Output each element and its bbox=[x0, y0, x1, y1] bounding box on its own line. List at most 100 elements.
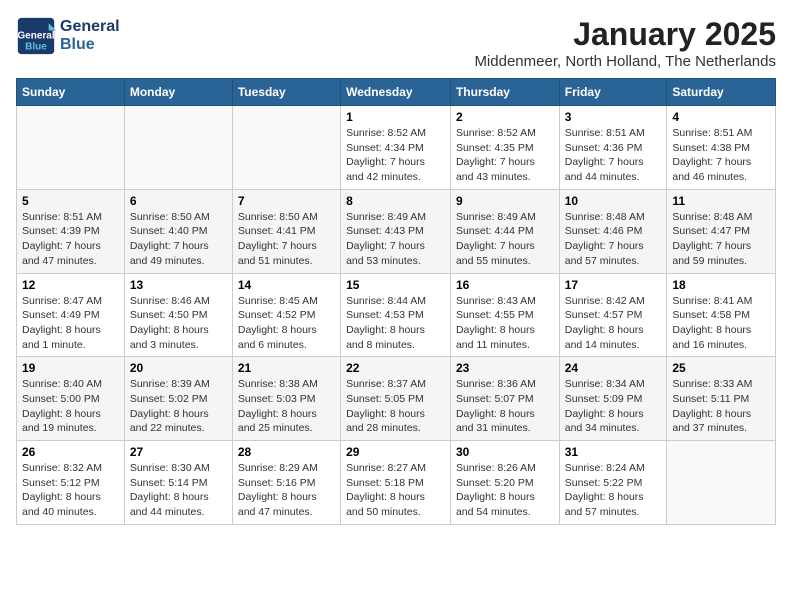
weekday-header-wednesday: Wednesday bbox=[341, 79, 451, 106]
day-number: 9 bbox=[456, 194, 554, 208]
day-number: 21 bbox=[238, 361, 335, 375]
calendar-week-4: 19Sunrise: 8:40 AM Sunset: 5:00 PM Dayli… bbox=[17, 357, 776, 441]
day-number: 27 bbox=[130, 445, 227, 459]
day-number: 12 bbox=[22, 278, 119, 292]
day-info: Sunrise: 8:39 AM Sunset: 5:02 PM Dayligh… bbox=[130, 377, 227, 436]
day-info: Sunrise: 8:47 AM Sunset: 4:49 PM Dayligh… bbox=[22, 294, 119, 353]
calendar-cell: 30 Sunrise: 8:26 AM Sunset: 5:20 PM Dayli… bbox=[450, 441, 559, 525]
calendar-cell: 12 Sunrise: 8:47 AM Sunset: 4:49 PM Dayli… bbox=[17, 273, 125, 357]
day-info: Sunrise: 8:26 AM Sunset: 5:20 PM Dayligh… bbox=[456, 461, 554, 520]
calendar-cell bbox=[17, 106, 125, 190]
day-number: 2 bbox=[456, 110, 554, 124]
day-number: 14 bbox=[238, 278, 335, 292]
calendar-cell: 11Sunrise: 8:48 AM Sunset: 4:47 PM Dayli… bbox=[667, 189, 776, 273]
day-number: 16 bbox=[456, 278, 554, 292]
calendar-cell: 10 Sunrise: 8:48 AM Sunset: 4:46 PM Dayli… bbox=[559, 189, 667, 273]
day-number: 22 bbox=[346, 361, 445, 375]
day-info: Sunrise: 8:43 AM Sunset: 4:55 PM Dayligh… bbox=[456, 294, 554, 353]
day-number: 24 bbox=[565, 361, 662, 375]
calendar-cell: 15 Sunrise: 8:44 AM Sunset: 4:53 PM Dayli… bbox=[341, 273, 451, 357]
day-info: Sunrise: 8:30 AM Sunset: 5:14 PM Dayligh… bbox=[130, 461, 227, 520]
day-info: Sunrise: 8:41 AM Sunset: 4:58 PM Dayligh… bbox=[672, 294, 770, 353]
calendar-cell: 24 Sunrise: 8:34 AM Sunset: 5:09 PM Dayli… bbox=[559, 357, 667, 441]
page-header: General Blue General Blue January 2025 M… bbox=[16, 16, 776, 70]
calendar-week-5: 26Sunrise: 8:32 AM Sunset: 5:12 PM Dayli… bbox=[17, 441, 776, 525]
calendar-cell: 2 Sunrise: 8:52 AM Sunset: 4:35 PM Daylig… bbox=[450, 106, 559, 190]
weekday-header-tuesday: Tuesday bbox=[232, 79, 340, 106]
day-number: 3 bbox=[565, 110, 662, 124]
calendar-cell: 22Sunrise: 8:37 AM Sunset: 5:05 PM Dayli… bbox=[341, 357, 451, 441]
calendar-cell: 9 Sunrise: 8:49 AM Sunset: 4:44 PM Daylig… bbox=[450, 189, 559, 273]
day-info: Sunrise: 8:49 AM Sunset: 4:44 PM Dayligh… bbox=[456, 210, 554, 269]
weekday-header-row: SundayMondayTuesdayWednesdayThursdayFrid… bbox=[17, 79, 776, 106]
day-info: Sunrise: 8:45 AM Sunset: 4:52 PM Dayligh… bbox=[238, 294, 335, 353]
day-info: Sunrise: 8:52 AM Sunset: 4:34 PM Dayligh… bbox=[346, 126, 445, 185]
calendar-week-1: 1 Sunrise: 8:52 AM Sunset: 4:34 PM Daylig… bbox=[17, 106, 776, 190]
day-number: 7 bbox=[238, 194, 335, 208]
calendar-cell: 26Sunrise: 8:32 AM Sunset: 5:12 PM Dayli… bbox=[17, 441, 125, 525]
day-info: Sunrise: 8:50 AM Sunset: 4:41 PM Dayligh… bbox=[238, 210, 335, 269]
calendar-cell: 14 Sunrise: 8:45 AM Sunset: 4:52 PM Dayli… bbox=[232, 273, 340, 357]
location-subtitle: Middenmeer, North Holland, The Netherlan… bbox=[474, 53, 776, 70]
day-number: 1 bbox=[346, 110, 445, 124]
calendar-cell: 28Sunrise: 8:29 AM Sunset: 5:16 PM Dayli… bbox=[232, 441, 340, 525]
day-number: 23 bbox=[456, 361, 554, 375]
calendar-cell: 4Sunrise: 8:51 AM Sunset: 4:38 PM Daylig… bbox=[667, 106, 776, 190]
day-number: 20 bbox=[130, 361, 227, 375]
day-info: Sunrise: 8:52 AM Sunset: 4:35 PM Dayligh… bbox=[456, 126, 554, 185]
day-info: Sunrise: 8:42 AM Sunset: 4:57 PM Dayligh… bbox=[565, 294, 662, 353]
calendar-week-3: 12 Sunrise: 8:47 AM Sunset: 4:49 PM Dayli… bbox=[17, 273, 776, 357]
day-info: Sunrise: 8:27 AM Sunset: 5:18 PM Dayligh… bbox=[346, 461, 445, 520]
weekday-header-sunday: Sunday bbox=[17, 79, 125, 106]
day-number: 19 bbox=[22, 361, 119, 375]
day-info: Sunrise: 8:36 AM Sunset: 5:07 PM Dayligh… bbox=[456, 377, 554, 436]
calendar-cell: 16 Sunrise: 8:43 AM Sunset: 4:55 PM Dayli… bbox=[450, 273, 559, 357]
weekday-header-monday: Monday bbox=[124, 79, 232, 106]
day-number: 30 bbox=[456, 445, 554, 459]
calendar-cell: 8 Sunrise: 8:49 AM Sunset: 4:43 PM Daylig… bbox=[341, 189, 451, 273]
day-number: 15 bbox=[346, 278, 445, 292]
day-info: Sunrise: 8:34 AM Sunset: 5:09 PM Dayligh… bbox=[565, 377, 662, 436]
day-info: Sunrise: 8:51 AM Sunset: 4:39 PM Dayligh… bbox=[22, 210, 119, 269]
svg-text:General: General bbox=[17, 31, 54, 42]
calendar-cell: 13 Sunrise: 8:46 AM Sunset: 4:50 PM Dayli… bbox=[124, 273, 232, 357]
day-info: Sunrise: 8:46 AM Sunset: 4:50 PM Dayligh… bbox=[130, 294, 227, 353]
calendar-header: SundayMondayTuesdayWednesdayThursdayFrid… bbox=[17, 79, 776, 106]
calendar-cell: 23 Sunrise: 8:36 AM Sunset: 5:07 PM Dayli… bbox=[450, 357, 559, 441]
day-number: 10 bbox=[565, 194, 662, 208]
title-block: January 2025 Middenmeer, North Holland, … bbox=[474, 16, 776, 70]
calendar-cell: 27 Sunrise: 8:30 AM Sunset: 5:14 PM Dayli… bbox=[124, 441, 232, 525]
calendar-cell bbox=[667, 441, 776, 525]
day-number: 13 bbox=[130, 278, 227, 292]
logo: General Blue General Blue bbox=[16, 16, 120, 56]
day-info: Sunrise: 8:44 AM Sunset: 4:53 PM Dayligh… bbox=[346, 294, 445, 353]
calendar-cell: 1 Sunrise: 8:52 AM Sunset: 4:34 PM Daylig… bbox=[341, 106, 451, 190]
day-info: Sunrise: 8:48 AM Sunset: 4:46 PM Dayligh… bbox=[565, 210, 662, 269]
day-number: 5 bbox=[22, 194, 119, 208]
calendar-cell bbox=[232, 106, 340, 190]
calendar-cell: 20 Sunrise: 8:39 AM Sunset: 5:02 PM Dayli… bbox=[124, 357, 232, 441]
calendar-body: 1 Sunrise: 8:52 AM Sunset: 4:34 PM Daylig… bbox=[17, 106, 776, 525]
day-number: 18 bbox=[672, 278, 770, 292]
calendar-cell: 5 Sunrise: 8:51 AM Sunset: 4:39 PM Daylig… bbox=[17, 189, 125, 273]
day-number: 6 bbox=[130, 194, 227, 208]
calendar-cell: 7 Sunrise: 8:50 AM Sunset: 4:41 PM Daylig… bbox=[232, 189, 340, 273]
day-info: Sunrise: 8:24 AM Sunset: 5:22 PM Dayligh… bbox=[565, 461, 662, 520]
day-number: 25 bbox=[672, 361, 770, 375]
calendar-cell: 29Sunrise: 8:27 AM Sunset: 5:18 PM Dayli… bbox=[341, 441, 451, 525]
logo-icon: General Blue bbox=[16, 16, 56, 56]
calendar-cell bbox=[124, 106, 232, 190]
weekday-header-saturday: Saturday bbox=[667, 79, 776, 106]
logo-text-general: General bbox=[60, 18, 120, 36]
day-number: 8 bbox=[346, 194, 445, 208]
day-info: Sunrise: 8:32 AM Sunset: 5:12 PM Dayligh… bbox=[22, 461, 119, 520]
calendar-cell: 31Sunrise: 8:24 AM Sunset: 5:22 PM Dayli… bbox=[559, 441, 667, 525]
day-info: Sunrise: 8:38 AM Sunset: 5:03 PM Dayligh… bbox=[238, 377, 335, 436]
day-info: Sunrise: 8:48 AM Sunset: 4:47 PM Dayligh… bbox=[672, 210, 770, 269]
day-info: Sunrise: 8:49 AM Sunset: 4:43 PM Dayligh… bbox=[346, 210, 445, 269]
weekday-header-friday: Friday bbox=[559, 79, 667, 106]
weekday-header-thursday: Thursday bbox=[450, 79, 559, 106]
day-info: Sunrise: 8:51 AM Sunset: 4:38 PM Dayligh… bbox=[672, 126, 770, 185]
day-info: Sunrise: 8:51 AM Sunset: 4:36 PM Dayligh… bbox=[565, 126, 662, 185]
day-number: 28 bbox=[238, 445, 335, 459]
